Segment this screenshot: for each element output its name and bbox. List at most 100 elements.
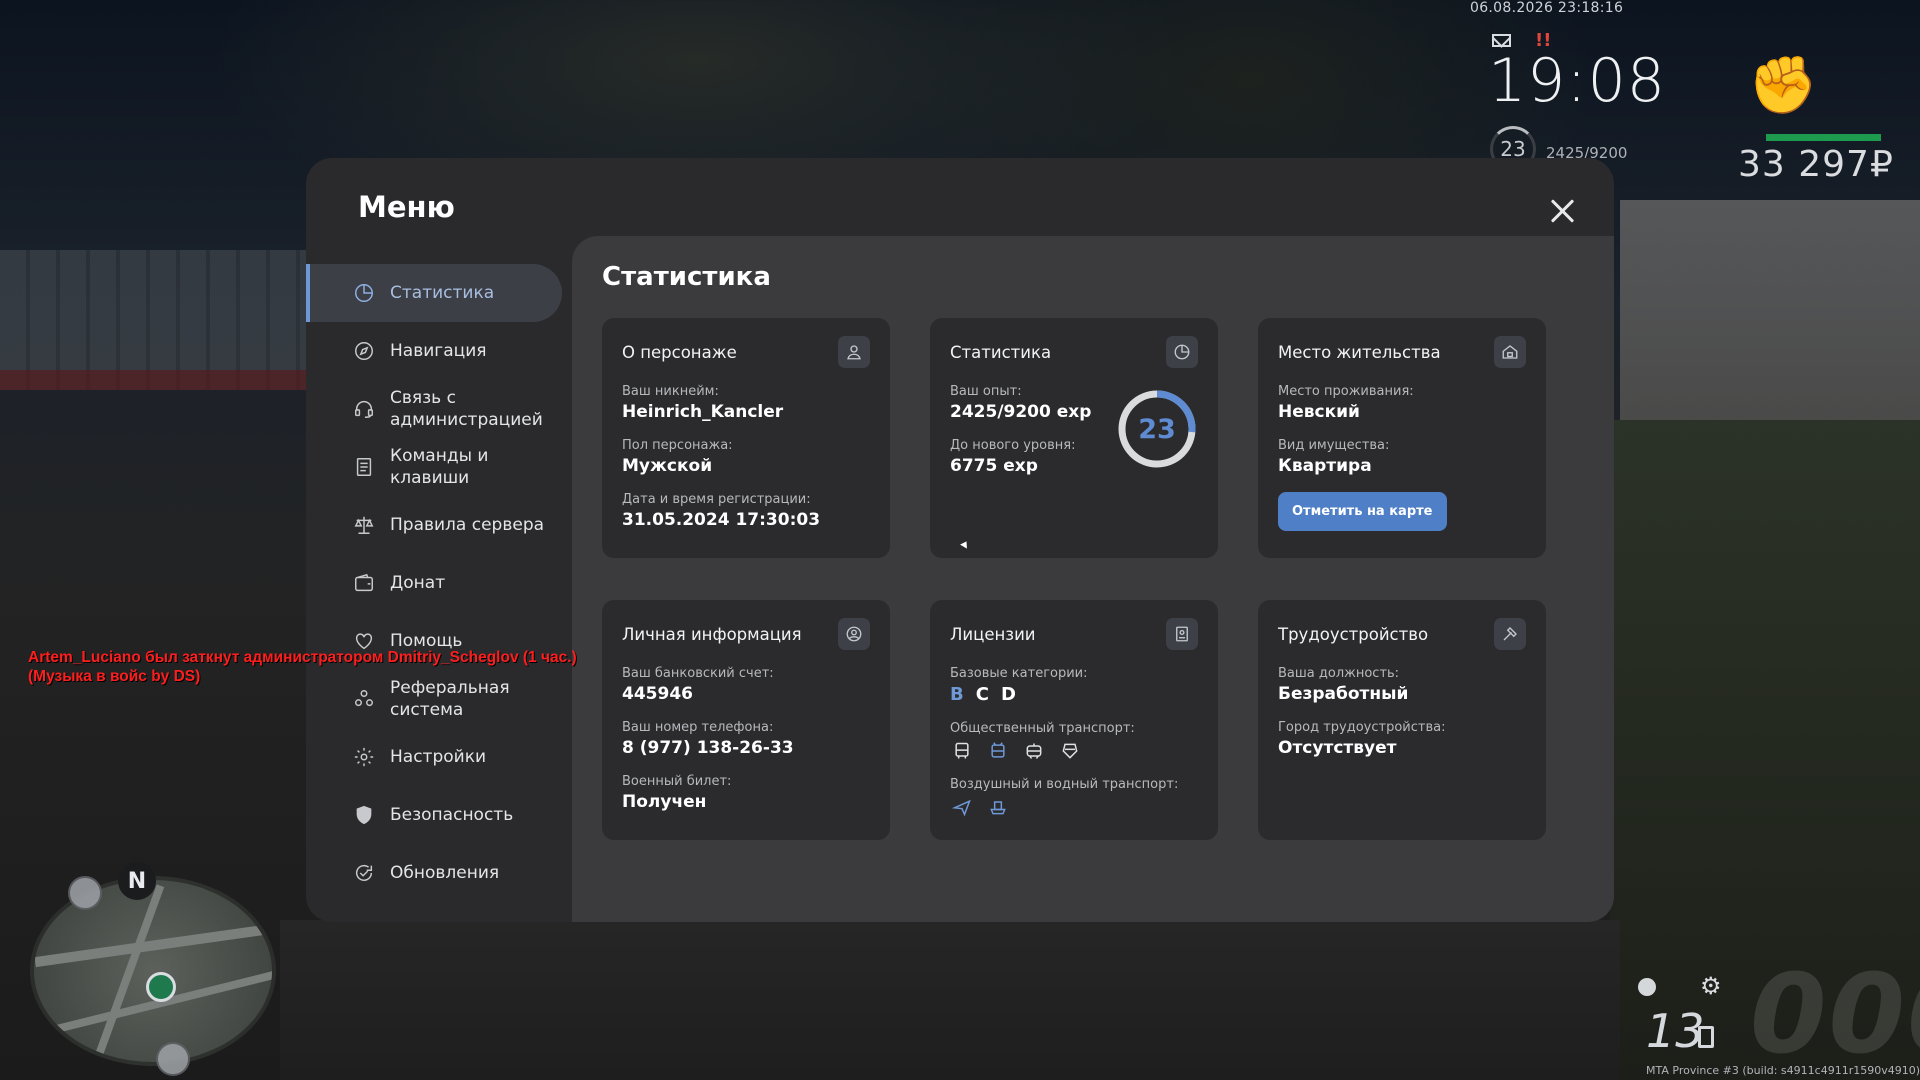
mark-on-map-button[interactable]: Отметить на карте <box>1278 492 1447 531</box>
bank-value: 445946 <box>622 684 693 704</box>
license-categories: B C D <box>950 684 1198 705</box>
gear-icon <box>352 745 376 769</box>
pie-chart-icon <box>1166 336 1198 368</box>
headset-icon <box>352 397 376 421</box>
user-icon <box>838 336 870 368</box>
menu-title: Меню <box>358 190 455 224</box>
refresh-check-icon <box>352 861 376 885</box>
close-icon[interactable] <box>1546 194 1580 228</box>
card-statistics: Статистика Ваш опыт: 2425/9200 exp До но… <box>930 318 1218 558</box>
background-ground <box>0 370 310 390</box>
wallet-icon <box>352 571 376 595</box>
truck-icon <box>68 876 102 910</box>
sidebar-item-rules[interactable]: Правила сервера <box>306 496 564 554</box>
minimap <box>30 876 276 1066</box>
sidebar-item-security[interactable]: Безопасность <box>306 786 564 844</box>
position-label: Ваша должность: <box>1278 666 1400 681</box>
card-title: Статистика <box>950 342 1052 362</box>
card-title: Личная информация <box>622 624 802 644</box>
health-bar <box>1766 134 1881 141</box>
content-panel: Статистика О персонаже Ваш никнейм: Hein… <box>572 236 1614 922</box>
sidebar-item-label: Статистика <box>390 283 495 303</box>
military-label: Военный билет: <box>622 774 732 789</box>
fuel-icon <box>1698 1026 1714 1048</box>
people-icon <box>352 687 376 711</box>
gender-label: Пол персонажа: <box>622 438 733 453</box>
player-marker-icon <box>146 972 176 1002</box>
air-water-icons <box>950 795 1198 819</box>
pie-chart-icon <box>352 281 376 305</box>
nickname-label: Ваш никнейм: <box>622 384 719 399</box>
gender-value: Мужской <box>622 456 713 476</box>
license-icon <box>1166 618 1198 650</box>
level-number: 23 <box>1138 413 1176 445</box>
chat-box: Artem_Luciano был заткнут администраторо… <box>28 648 577 686</box>
air-water-label: Воздушный и водный транспорт: <box>950 777 1179 792</box>
card-licenses: Лицензии Базовые категории: B C D Общест… <box>930 600 1218 840</box>
sidebar-item-navigation[interactable]: Навигация <box>306 322 564 380</box>
engine-icon: ⚙ <box>1700 972 1722 1000</box>
scales-icon <box>352 513 376 537</box>
residence-place-label: Место проживания: <box>1278 384 1414 399</box>
page-title: Статистика <box>602 262 771 292</box>
registration-label: Дата и время регистрации: <box>622 492 811 507</box>
bus-stop-icon <box>156 1042 190 1076</box>
base-categories-label: Базовые категории: <box>950 666 1088 681</box>
sidebar-item-label: Настройки <box>390 747 487 767</box>
menu-window: Меню Статистика Навигация Связь с админи… <box>306 158 1614 922</box>
hud-clock: 19:08 <box>1488 46 1666 116</box>
job-city-value: Отсутствует <box>1278 738 1397 758</box>
tram-icon <box>1022 739 1046 763</box>
card-title: О персонаже <box>622 342 737 362</box>
user-circle-icon <box>838 618 870 650</box>
license-category-b: B <box>950 684 964 705</box>
license-category-c: C <box>975 684 989 705</box>
property-type-label: Вид имущества: <box>1278 438 1390 453</box>
hud-money: 33 297₽ <box>1738 144 1894 185</box>
property-type-value: Квартира <box>1278 456 1372 476</box>
sidebar-item-label: Безопасность <box>390 805 514 825</box>
chat-line: Artem_Luciano был заткнут администраторо… <box>28 649 577 666</box>
hud-datetime: 06.08.2026 23:18:16 <box>1470 0 1624 16</box>
level-progress-ring: 23 <box>1116 388 1198 470</box>
card-personal-info: Личная информация Ваш банковский счет: 4… <box>602 600 890 840</box>
public-transport-icons <box>950 739 1198 763</box>
sidebar-item-donate[interactable]: Донат <box>306 554 564 612</box>
phone-label: Ваш номер телефона: <box>622 720 774 735</box>
card-character: О персонаже Ваш никнейм: Heinrich_Kancle… <box>602 318 890 558</box>
shield-icon <box>352 803 376 827</box>
indicator-dot-icon <box>1638 978 1656 996</box>
house-icon <box>1494 336 1526 368</box>
background-wall <box>1620 200 1920 420</box>
speedometer: 000 <box>1750 950 1920 1078</box>
military-value: Получен <box>622 792 707 812</box>
registration-value: 31.05.2024 17:30:03 <box>622 510 821 530</box>
residence-place-value: Невский <box>1278 402 1360 422</box>
sidebar-item-statistics[interactable]: Статистика <box>306 264 562 322</box>
fuel-level: 13 <box>1646 1004 1705 1058</box>
build-info: MTA Province #3 (build: s4911c4911r1590v… <box>1646 1064 1920 1077</box>
sidebar-item-updates[interactable]: Обновления <box>306 844 564 902</box>
chat-line: (Музыка в войс by DS) <box>28 668 201 685</box>
plane-icon <box>950 795 974 819</box>
compass-icon <box>352 339 376 363</box>
public-transport-label: Общественный транспорт: <box>950 721 1135 736</box>
sidebar-item-settings[interactable]: Настройки <box>306 728 564 786</box>
sidebar-item-label: Навигация <box>390 341 487 361</box>
card-employment: Трудоустройство Ваша должность: Безработ… <box>1258 600 1546 840</box>
document-icon <box>352 455 376 479</box>
sidebar-item-contact-admin[interactable]: Связь с администрацией <box>306 380 564 438</box>
card-title: Трудоустройство <box>1278 624 1429 644</box>
sidebar-item-commands[interactable]: Команды и клавиши <box>306 438 564 496</box>
background-road <box>280 920 1620 1080</box>
sidebar-item-label: Донат <box>390 573 446 593</box>
position-value: Безработный <box>1278 684 1409 704</box>
fist-icon: ✊ <box>1748 53 1818 118</box>
train-icon <box>1058 739 1082 763</box>
nickname-value: Heinrich_Kancler <box>622 402 784 422</box>
bus-icon <box>950 739 974 763</box>
trolleybus-icon <box>986 739 1010 763</box>
sidebar-item-label: Обновления <box>390 863 500 883</box>
job-city-label: Город трудоустройства: <box>1278 720 1446 735</box>
boat-icon <box>986 795 1010 819</box>
